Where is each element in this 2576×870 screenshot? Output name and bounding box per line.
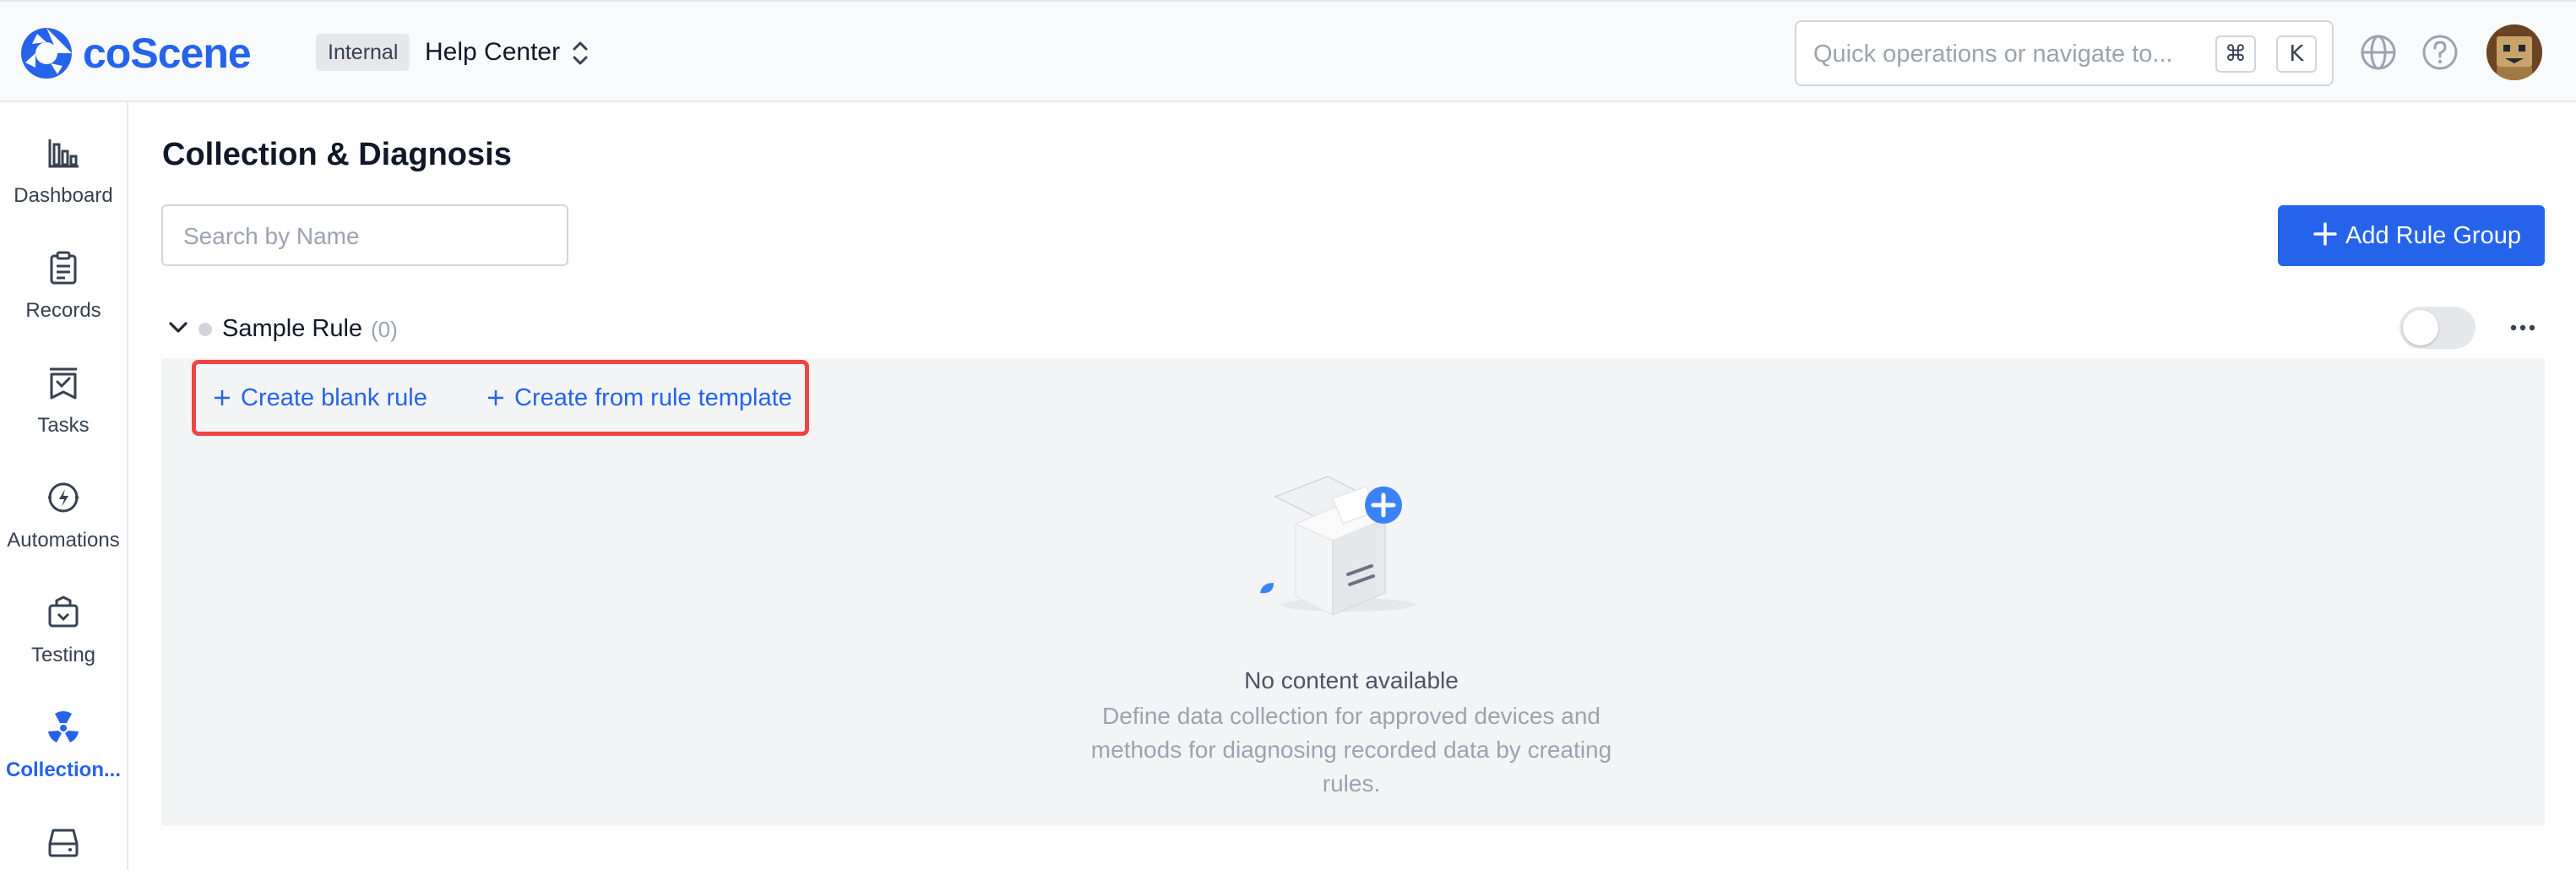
- device-icon: [48, 829, 79, 857]
- chevron-up-down-icon[interactable]: [568, 39, 593, 68]
- shortcut-key-cmd: ⌘: [2215, 35, 2256, 73]
- plus-icon: [2313, 222, 2337, 246]
- create-blank-rule-link[interactable]: Create blank rule: [212, 382, 427, 414]
- top-header: coScene Internal Help Center Quick opera…: [0, 0, 2576, 102]
- empty-box-illustration: [1260, 476, 1416, 617]
- rule-group-header: Sample Rule (0): [161, 304, 2545, 358]
- sidebar-item-automations[interactable]: Automations: [0, 479, 127, 572]
- tasks-icon: [50, 367, 77, 400]
- search-placeholder: Search by Name: [183, 223, 360, 249]
- sidebar-item-records[interactable]: Records: [0, 249, 127, 342]
- sidebar-item-label: Testing: [30, 644, 96, 666]
- page-title: Collection & Diagnosis: [162, 137, 512, 172]
- coscene-logo-icon: [21, 28, 72, 79]
- user-avatar[interactable]: [2486, 24, 2542, 80]
- org-badge: Internal: [316, 34, 410, 71]
- add-rule-group-label: Add Rule Group: [2345, 222, 2521, 249]
- sidebar-item-label: Automations: [7, 529, 120, 552]
- more-options-icon[interactable]: [2508, 316, 2538, 340]
- plus-icon: [488, 390, 503, 405]
- sidebar-item-label: Records: [25, 299, 101, 322]
- collection-icon: [48, 710, 79, 742]
- globe-icon[interactable]: [2359, 33, 2398, 72]
- create-from-template-link[interactable]: Create from rule template: [486, 382, 792, 414]
- help-icon[interactable]: [2421, 33, 2459, 72]
- search-by-name-input[interactable]: Search by Name: [161, 204, 568, 266]
- sidebar-item-collection[interactable]: Collection...: [0, 709, 127, 802]
- add-rule-group-button[interactable]: Add Rule Group: [2278, 205, 2545, 266]
- rule-group-toggle[interactable]: [2399, 307, 2475, 349]
- sidebar: Dashboard Records Tasks Automations Test…: [0, 102, 128, 870]
- sidebar-item-label: Dashboard: [14, 184, 113, 207]
- logo-text: coScene: [83, 30, 252, 77]
- plus-icon: [215, 390, 230, 405]
- sidebar-item-label: Collection...: [5, 759, 121, 781]
- sidebar-item-dashboard[interactable]: Dashboard: [0, 134, 127, 227]
- automations-icon: [48, 482, 79, 513]
- chevron-down-icon[interactable]: [166, 316, 190, 340]
- quick-search-placeholder: Quick operations or navigate to...: [1813, 41, 2173, 68]
- rule-group-count: (0): [371, 317, 398, 342]
- testing-icon: [48, 595, 79, 628]
- status-dot: [198, 323, 212, 336]
- dashboard-icon: [48, 139, 79, 168]
- quick-search-input[interactable]: Quick operations or navigate to... ⌘ K: [1795, 20, 2334, 86]
- sidebar-item-testing[interactable]: Testing: [0, 594, 127, 687]
- rule-group-name: Sample Rule: [222, 315, 363, 342]
- toggle-knob: [2403, 310, 2438, 345]
- empty-state-title: No content available: [1244, 667, 1459, 693]
- empty-state-description: Define data collection for approved devi…: [1090, 703, 1612, 797]
- sidebar-item-label: Tasks: [37, 414, 90, 437]
- create-from-template-label: Create from rule template: [514, 384, 792, 411]
- org-name[interactable]: Help Center: [425, 35, 560, 69]
- shortcut-key-k: K: [2276, 35, 2317, 73]
- records-icon: [50, 251, 77, 285]
- sidebar-item-devices[interactable]: [0, 824, 127, 870]
- avatar-image: [2486, 24, 2542, 80]
- sidebar-item-tasks[interactable]: Tasks: [0, 364, 127, 457]
- create-blank-rule-label: Create blank rule: [241, 384, 427, 411]
- logo[interactable]: coScene: [19, 24, 252, 83]
